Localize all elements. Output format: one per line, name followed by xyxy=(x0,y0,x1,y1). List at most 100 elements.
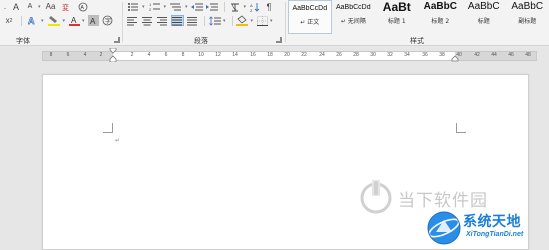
enclose-char-button[interactable]: A xyxy=(76,1,90,12)
style-name: 标题 xyxy=(477,18,490,25)
change-case-button[interactable]: Aa xyxy=(44,1,58,12)
ruler-number: 20 xyxy=(284,52,290,58)
multilevel-list-icon xyxy=(170,3,182,10)
ruler-number: 28 xyxy=(353,52,359,58)
ruler-number: 10 xyxy=(198,52,204,58)
grow-font-button[interactable]: A xyxy=(10,1,22,12)
highlight-arrow[interactable]: ▾ xyxy=(63,18,66,24)
style-heading-2[interactable]: AaBbC 标题 2 xyxy=(419,0,462,34)
svg-text:Z: Z xyxy=(250,8,253,12)
phonetic-icon: 変 xyxy=(62,3,69,12)
separator xyxy=(204,15,205,26)
line-spacing-button[interactable] xyxy=(208,15,221,26)
paragraph-mark: ↵ xyxy=(115,137,121,144)
numbering-arrow[interactable]: ▾ xyxy=(164,4,167,10)
style-name: 标题 1 xyxy=(387,18,406,25)
style-preview: AaBbC xyxy=(423,1,457,12)
ruler-number: 30 xyxy=(370,52,376,58)
style-preview: AaBbCcDd xyxy=(292,5,328,12)
style-preview: AaBbC xyxy=(467,1,500,12)
first-line-indent-marker[interactable] xyxy=(109,48,117,62)
decrease-indent-button[interactable] xyxy=(191,1,204,12)
ruler-number: 6 xyxy=(164,52,168,58)
show-marks-button[interactable]: ¶ xyxy=(263,1,275,12)
style-subtitle[interactable]: AaBbC 副标题 xyxy=(506,0,549,34)
sort-button[interactable]: AZ xyxy=(249,1,261,12)
ruler-number: 34 xyxy=(404,52,410,58)
globe-logo-icon xyxy=(427,211,461,245)
font-color-button[interactable]: A xyxy=(68,15,80,26)
style-preview: AaBbCcDd xyxy=(335,4,371,11)
align-left-button[interactable] xyxy=(126,15,139,26)
crop-mark-top-right xyxy=(456,123,466,133)
increase-indent-button[interactable] xyxy=(206,1,219,12)
multilevel-list-button[interactable] xyxy=(169,1,183,12)
borders-arrow[interactable]: ▾ xyxy=(270,18,273,24)
crop-mark-top-left xyxy=(103,123,113,133)
highlighter-icon xyxy=(47,16,60,26)
justify-button[interactable] xyxy=(171,15,184,26)
distributed-button[interactable] xyxy=(186,15,199,26)
asian-layout-button[interactable]: ㇏ xyxy=(228,1,242,12)
text-effects-arrow[interactable]: ▾ xyxy=(41,18,44,24)
char-border-button[interactable]: 字 xyxy=(102,15,114,26)
ruler-number: 36 xyxy=(422,52,428,58)
increase-indent-icon xyxy=(206,3,219,10)
style-name-wrap: ↵ 无间隔 xyxy=(332,16,375,25)
svg-text:A: A xyxy=(90,17,96,26)
ruler-number: 2 xyxy=(130,52,134,58)
highlight-button[interactable] xyxy=(47,15,61,26)
style-title[interactable]: AaBbC 标题 xyxy=(462,0,505,34)
asian-layout-arrow[interactable]: ▾ xyxy=(244,4,247,10)
align-right-button[interactable] xyxy=(156,15,169,26)
phonetic-guide-button[interactable]: 変 xyxy=(60,1,74,12)
ruler-number: 46 xyxy=(508,52,514,58)
style-normal[interactable]: AaBbCcDd ↵ 正文 xyxy=(288,0,332,34)
font-group: . A A ▾ Aa 変 A x2 A ▾ ▾ A ▾ A 字 字体 xyxy=(0,0,122,46)
align-center-button[interactable] xyxy=(141,15,154,26)
numbering-button[interactable]: 12 xyxy=(148,1,162,12)
paragraph-dialog-launcher[interactable] xyxy=(276,37,282,43)
borders-icon xyxy=(256,15,268,26)
justify-icon xyxy=(172,16,182,25)
style-preview: AaBt xyxy=(382,0,411,14)
font-color-arrow[interactable]: ▾ xyxy=(82,18,85,24)
clear-format-button[interactable]: . xyxy=(2,1,8,12)
bullets-icon xyxy=(128,2,138,11)
shading-arrow[interactable]: ▾ xyxy=(251,18,254,24)
style-heading-1[interactable]: AaBt 标题 1 xyxy=(375,0,418,34)
text-effects-button[interactable]: A xyxy=(25,15,39,26)
shrink-font-button[interactable]: A xyxy=(24,1,36,12)
ribbon: . A A ▾ Aa 変 A x2 A ▾ ▾ A ▾ A 字 字体 ▾ 1 2… xyxy=(0,0,549,46)
superscript-button[interactable]: x2 xyxy=(2,15,16,26)
ruler-number: 14 xyxy=(232,52,238,58)
right-indent-marker[interactable] xyxy=(451,55,459,62)
watermark-text-2: 系统天地 xyxy=(463,214,521,230)
style-para-mark: ↵ xyxy=(300,19,306,26)
separator xyxy=(223,1,225,12)
borders-button[interactable] xyxy=(256,15,268,26)
style-name: 标题 2 xyxy=(431,18,450,25)
ruler-number: 4 xyxy=(83,52,87,58)
line-spacing-arrow[interactable]: ▾ xyxy=(223,18,226,24)
ruler-number: 8 xyxy=(49,52,53,58)
separator xyxy=(21,15,22,26)
svg-text:A: A xyxy=(28,16,35,26)
ruler-number: 4 xyxy=(147,52,151,58)
power-logo-icon xyxy=(360,180,392,214)
bullets-button[interactable] xyxy=(126,1,140,12)
horizontal-ruler[interactable]: 8 6 4 2 2 4 6 8 10 12 14 16 18 20 22 24 … xyxy=(0,48,549,62)
multilevel-arrow[interactable]: ▾ xyxy=(185,4,188,10)
style-no-spacing[interactable]: AaBbCcDd ↵ 无间隔 xyxy=(332,0,375,34)
bullets-arrow[interactable]: ▾ xyxy=(142,4,145,10)
char-shading-button[interactable]: A xyxy=(88,15,100,26)
ruler-number: 8 xyxy=(181,52,185,58)
shading-button[interactable] xyxy=(236,15,249,26)
svg-text:字: 字 xyxy=(105,17,111,25)
svg-text:変: 変 xyxy=(62,3,69,12)
asian-layout-icon: ㇏ xyxy=(230,3,239,12)
decrease-indent-icon xyxy=(191,3,204,10)
font-dialog-launcher[interactable] xyxy=(114,37,120,43)
ruler-number: 48 xyxy=(525,52,531,58)
change-case-arrow[interactable]: ▾ xyxy=(38,4,41,10)
